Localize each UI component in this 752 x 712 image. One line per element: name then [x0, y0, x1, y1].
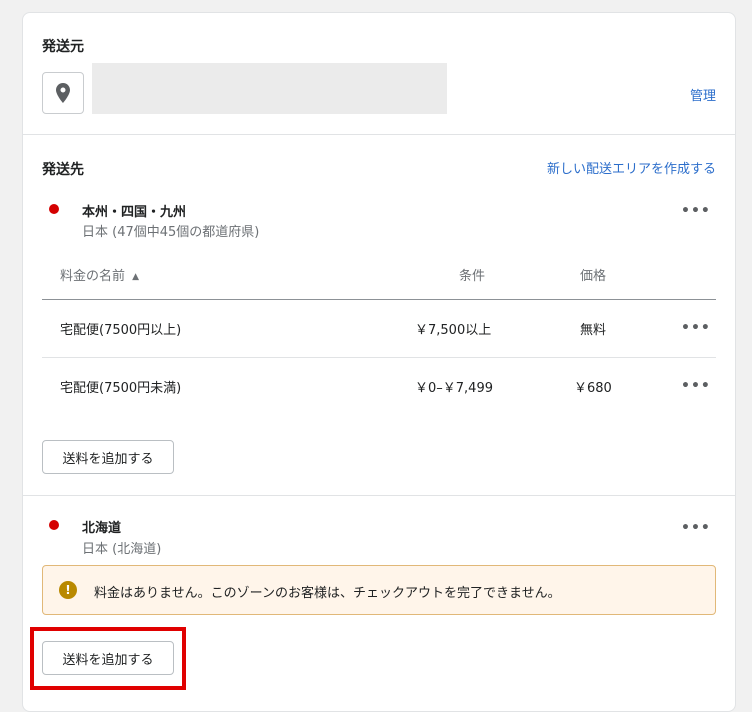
warning-banner: ! 料金はありません。このゾーンのお客様は、チェックアウトを完了できません。: [42, 565, 716, 615]
table-header-name[interactable]: 料金の名前 ▲: [60, 265, 139, 284]
section-divider: [23, 134, 735, 135]
origin-title: 発送元: [42, 39, 84, 55]
zone-more-icon[interactable]: •••: [681, 204, 711, 218]
add-rate-button[interactable]: 送料を追加する: [42, 440, 174, 474]
zone-subtitle: 日本 (北海道): [82, 542, 162, 557]
zone-name: 本州・四国・九州: [82, 205, 187, 220]
highlight-box: [30, 627, 186, 690]
manage-link[interactable]: 管理: [690, 85, 716, 104]
create-zone-link[interactable]: 新しい配送エリアを作成する: [547, 158, 716, 177]
table-header-divider: [42, 299, 716, 300]
table-header-price: 価格: [580, 269, 607, 284]
shipping-card: 発送元 管理 発送先 新しい配送エリアを作成する 本州・四国・九州 日本 (47…: [22, 12, 736, 712]
rate-price: 無料: [580, 323, 607, 338]
rate-condition: ￥7,500以上: [415, 323, 492, 338]
rate-more-icon[interactable]: •••: [681, 379, 711, 393]
header-name-label: 料金の名前: [60, 269, 126, 284]
rate-name: 宅配便(7500円以上): [60, 323, 182, 338]
table-header-condition: 条件: [459, 269, 486, 284]
sort-ascending-icon: ▲: [132, 272, 140, 282]
zone-subtitle: 日本 (47個中45個の都道府県): [82, 225, 260, 240]
origin-address-placeholder: [92, 63, 447, 114]
rate-condition: ￥0–￥7,499: [415, 381, 493, 396]
location-pin-box: [42, 72, 84, 114]
zone-status-dot: [49, 204, 59, 214]
row-divider: [42, 357, 716, 358]
rate-name: 宅配便(7500円未満): [60, 381, 182, 396]
destination-title: 発送先: [42, 162, 84, 178]
zone-more-icon[interactable]: •••: [681, 521, 711, 535]
rate-more-icon[interactable]: •••: [681, 321, 711, 335]
warning-icon: !: [59, 581, 77, 599]
warning-text: 料金はありません。このゾーンのお客様は、チェックアウトを完了できません。: [94, 586, 561, 601]
rate-price: ￥680: [574, 381, 612, 396]
zone-status-dot: [49, 520, 59, 530]
zone-name: 北海道: [82, 521, 122, 536]
zone-divider: [23, 495, 735, 496]
location-pin-icon: [56, 83, 70, 103]
